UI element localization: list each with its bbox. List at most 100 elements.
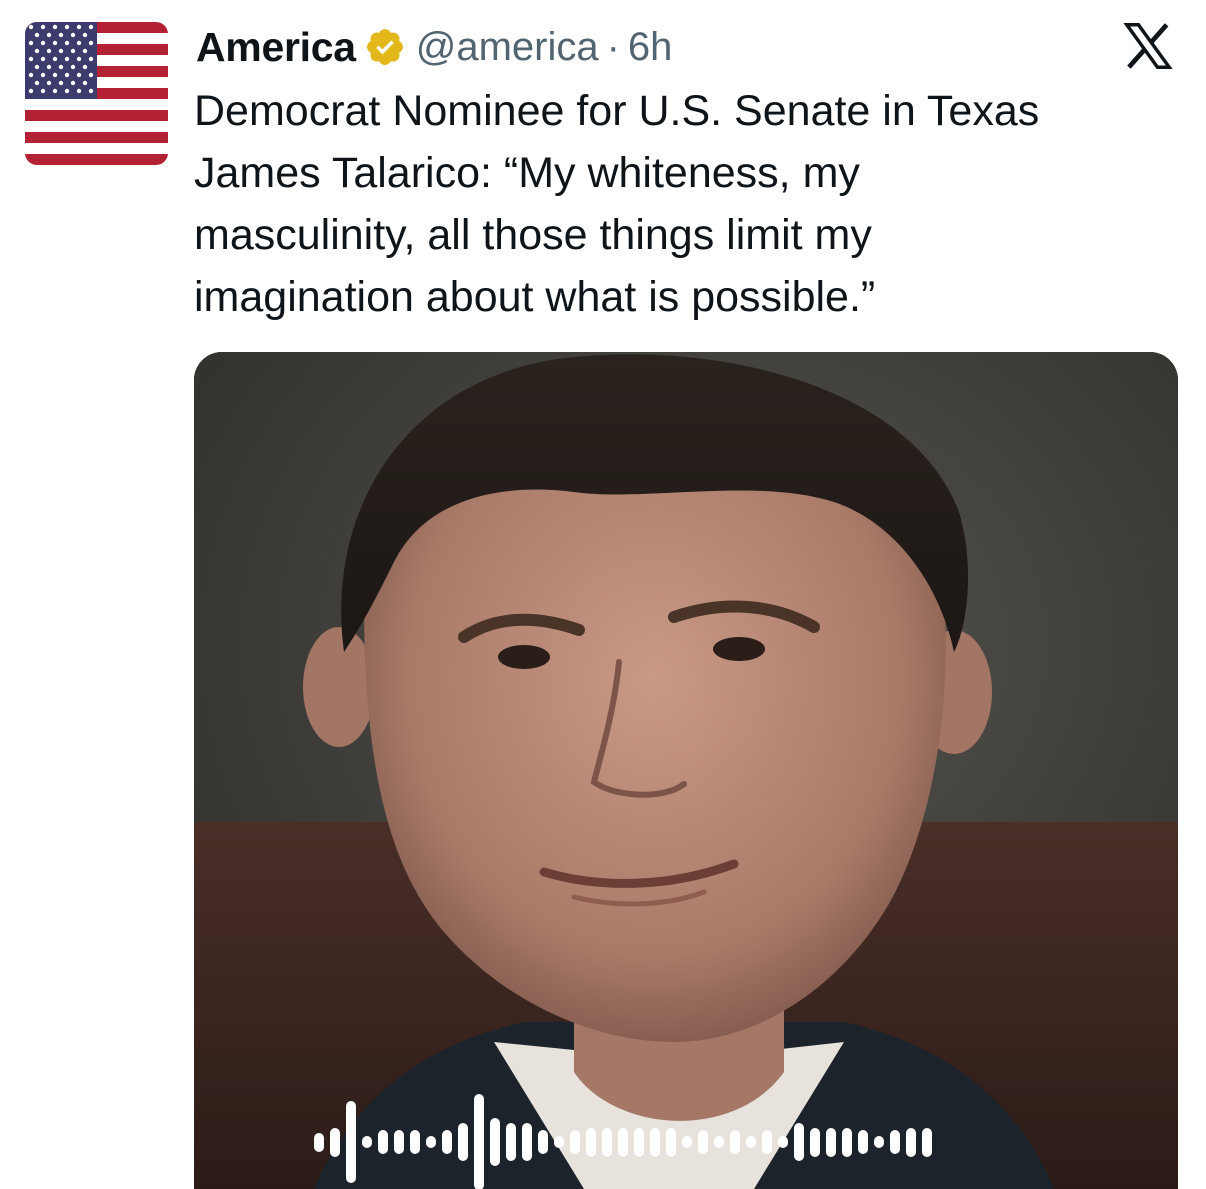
flag-star <box>28 88 34 94</box>
flag-star <box>52 88 58 94</box>
flag-star <box>58 64 64 70</box>
flag-star <box>52 56 58 62</box>
flag-star <box>52 72 58 78</box>
flag-star <box>70 32 76 38</box>
avatar[interactable] <box>25 22 168 165</box>
flag-star <box>52 24 58 30</box>
flag-star <box>70 64 76 70</box>
waveform-bar <box>362 1136 372 1148</box>
waveform-bar <box>314 1132 324 1152</box>
waveform-bar <box>554 1136 564 1148</box>
flag-star <box>82 80 88 86</box>
media-video[interactable] <box>194 352 1178 1189</box>
waveform-bar <box>906 1127 916 1157</box>
flag-star <box>64 24 70 30</box>
flag-star <box>76 88 82 94</box>
waveform-bar <box>650 1127 660 1157</box>
flag-star <box>28 40 34 46</box>
waveform-bar <box>874 1136 884 1148</box>
flag-star <box>40 40 46 46</box>
us-flag-icon <box>25 22 168 165</box>
waveform-bar <box>602 1127 612 1157</box>
flag-star <box>82 48 88 54</box>
waveform-bar <box>778 1136 788 1148</box>
flag-star <box>76 72 82 78</box>
flag-star <box>88 24 94 30</box>
waveform-bar <box>682 1136 692 1148</box>
flag-star <box>40 72 46 78</box>
waveform-bar <box>730 1130 740 1154</box>
waveform-bar <box>698 1130 708 1154</box>
flag-star <box>58 80 64 86</box>
waveform-bar <box>890 1130 900 1154</box>
flag-star <box>40 24 46 30</box>
audio-waveform-icon <box>314 1092 932 1189</box>
flag-star <box>46 32 52 38</box>
flag-star <box>46 64 52 70</box>
waveform-bar <box>538 1130 548 1154</box>
waveform-bar <box>394 1130 404 1154</box>
flag-star <box>40 88 46 94</box>
flag-star <box>76 40 82 46</box>
waveform-bar <box>490 1118 500 1166</box>
flag-star <box>64 88 70 94</box>
flag-star <box>28 24 34 30</box>
tweet-card[interactable]: America @america · 6h Democrat Nominee f… <box>0 0 1206 1189</box>
waveform-bar <box>586 1127 596 1157</box>
flag-star <box>76 56 82 62</box>
timestamp[interactable]: 6h <box>628 25 673 70</box>
tweet-text: Democrat Nominee for U.S. Senate in Texa… <box>194 87 1040 321</box>
flag-star <box>64 40 70 46</box>
flag-star <box>34 80 40 86</box>
waveform-bar <box>794 1123 804 1161</box>
waveform-bar <box>714 1136 724 1148</box>
waveform-bar <box>474 1094 484 1189</box>
waveform-bar <box>826 1127 836 1157</box>
flag-star <box>76 24 82 30</box>
display-name[interactable]: America <box>196 24 356 71</box>
waveform-bar <box>522 1123 532 1161</box>
flag-star <box>88 40 94 46</box>
waveform-bar <box>810 1127 820 1157</box>
flag-star <box>58 48 64 54</box>
waveform-bar <box>410 1130 420 1154</box>
verified-badge-icon <box>364 26 406 68</box>
flag-star <box>34 48 40 54</box>
handle[interactable]: @america <box>416 25 599 70</box>
flag-star <box>28 56 34 62</box>
flag-star <box>70 48 76 54</box>
waveform-bar <box>922 1127 932 1157</box>
flag-star <box>34 64 40 70</box>
waveform-bar <box>570 1130 580 1154</box>
flag-star <box>46 80 52 86</box>
flag-star <box>88 72 94 78</box>
flag-star <box>82 64 88 70</box>
separator-dot: · <box>606 24 620 69</box>
waveform-bar <box>442 1130 452 1154</box>
waveform-bar <box>746 1136 756 1148</box>
flag-star <box>46 48 52 54</box>
flag-star <box>64 56 70 62</box>
flag-star <box>58 32 64 38</box>
video-frame <box>194 352 1178 1189</box>
flag-star <box>82 32 88 38</box>
waveform-bar <box>762 1130 772 1154</box>
flag-star <box>88 56 94 62</box>
waveform-bar <box>330 1127 340 1157</box>
flag-star <box>52 40 58 46</box>
waveform-bar <box>458 1123 468 1161</box>
tweet-header: America @america · 6h <box>196 20 672 74</box>
flag-star <box>28 72 34 78</box>
waveform-bar <box>506 1123 516 1161</box>
waveform-bar <box>842 1127 852 1157</box>
flag-star <box>34 32 40 38</box>
waveform-bar <box>346 1101 356 1183</box>
waveform-bar <box>618 1127 628 1157</box>
flag-star <box>40 56 46 62</box>
x-logo-icon <box>1122 22 1174 70</box>
flag-star <box>88 88 94 94</box>
waveform-bar <box>634 1127 644 1157</box>
waveform-bar <box>426 1136 436 1148</box>
waveform-bar <box>858 1130 868 1154</box>
flag-star <box>64 72 70 78</box>
